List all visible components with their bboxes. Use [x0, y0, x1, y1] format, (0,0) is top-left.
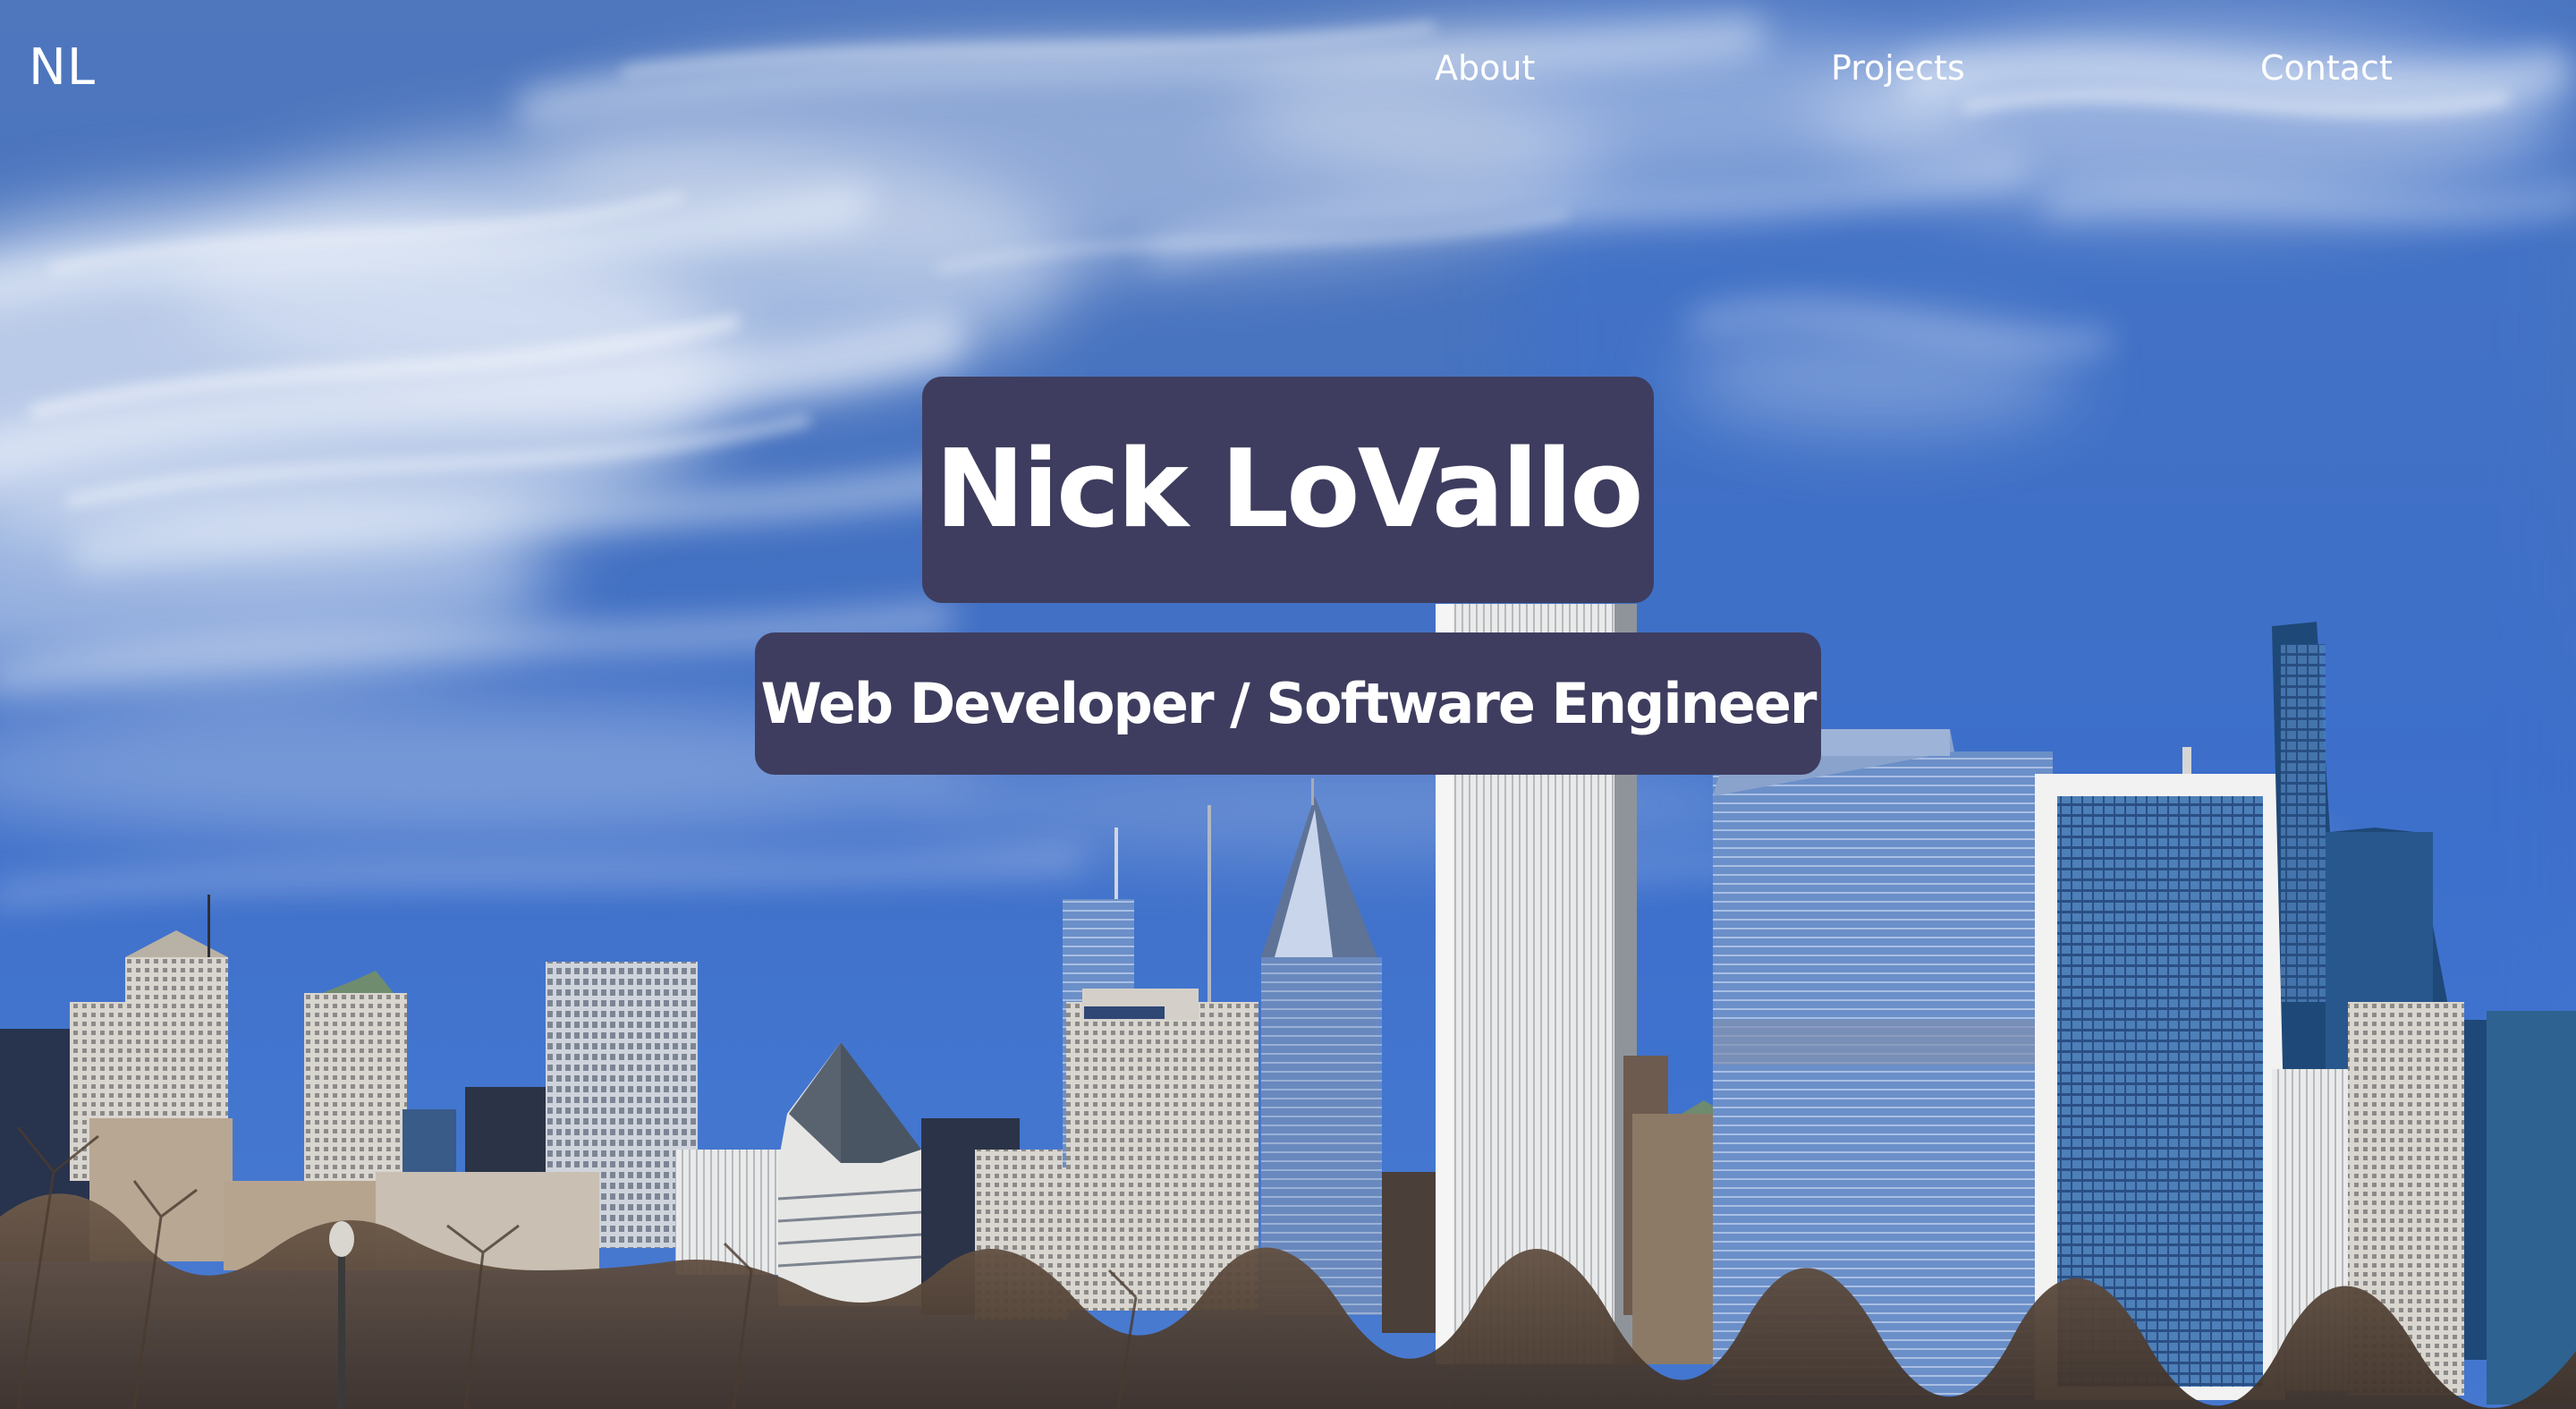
logo-link[interactable]: NL: [29, 39, 96, 97]
hero-subtitle: Web Developer / Software Engineer: [760, 670, 1818, 736]
nav-link-about[interactable]: About: [1435, 47, 1535, 89]
hero-title-box: Nick LoVallo: [922, 377, 1654, 603]
nav-link-projects[interactable]: Projects: [1831, 47, 1965, 89]
hero-title: Nick LoVallo: [935, 427, 1643, 552]
navbar: NL About Projects Contact: [0, 0, 2576, 143]
hero-subtitle-box: Web Developer / Software Engineer: [755, 632, 1821, 775]
hero-section: NL About Projects Contact Nick LoVallo W…: [0, 0, 2576, 1409]
nav-link-contact[interactable]: Contact: [2260, 47, 2393, 89]
